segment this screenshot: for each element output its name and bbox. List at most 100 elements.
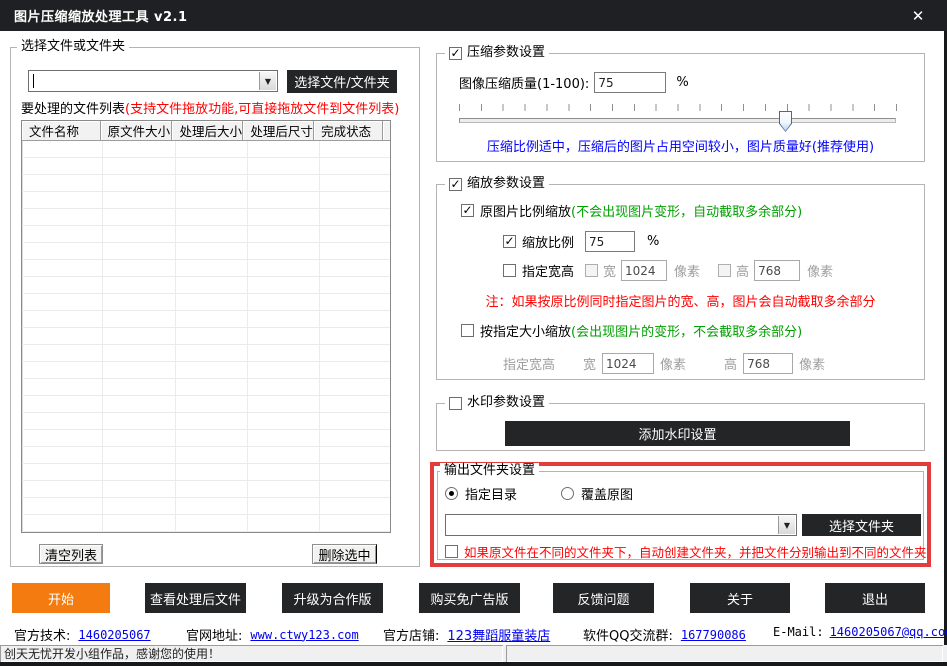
- file-select-group-title: 选择文件或文件夹: [21, 39, 125, 55]
- output-folder-title: 输出文件夹设置: [444, 463, 535, 479]
- height-input[interactable]: [754, 260, 800, 281]
- px-label: 像素: [674, 261, 700, 280]
- ratio-label: 缩放比例: [522, 232, 574, 251]
- feedback-button[interactable]: 反馈问题: [553, 583, 654, 613]
- file-path-combobox[interactable]: ▼: [28, 70, 278, 92]
- delete-selected-button[interactable]: 删除选中: [312, 544, 377, 564]
- chevron-down-icon[interactable]: ▼: [778, 516, 795, 534]
- radio-overwrite-label: 覆盖原图: [581, 484, 633, 503]
- file-list-note: 要处理的文件列表(支持文件拖放功能,可直接拖放文件到文件列表): [21, 98, 399, 117]
- fixed-wh-label-disabled: 指定宽高: [503, 354, 555, 373]
- window-bottom-border: [0, 662, 947, 666]
- add-watermark-button[interactable]: 添加水印设置: [505, 421, 850, 446]
- file-list-table[interactable]: 文件名称 原文件大小 处理后大小 处理后尺寸 完成状态: [21, 120, 391, 533]
- footer-tech-link[interactable]: 1460205067: [78, 628, 150, 642]
- footer-shop-link[interactable]: 123舞蹈服童装店: [447, 625, 550, 644]
- radio-specify-dir[interactable]: [445, 487, 458, 500]
- upgrade-button[interactable]: 升级为合作版: [282, 583, 383, 613]
- scale-settings-checkbox[interactable]: ✓: [449, 178, 462, 191]
- footer-mail-link[interactable]: 1460205067@qq.com: [830, 625, 947, 639]
- text-caret: [33, 74, 34, 88]
- width-input-disabled[interactable]: [602, 353, 654, 374]
- choose-file-button[interactable]: 选择文件/文件夹: [287, 70, 397, 93]
- height-label: 高: [736, 261, 749, 280]
- chevron-down-icon[interactable]: ▼: [259, 72, 276, 90]
- footer-mail: E-Mail: 1460205067@qq.com: [773, 625, 947, 639]
- ratio-input[interactable]: [585, 231, 635, 252]
- status-bar: 创天无忧开发小组作品，感谢您的使用！: [0, 645, 947, 662]
- quality-percent-sign: %: [676, 75, 688, 90]
- radio-overwrite[interactable]: [561, 487, 574, 500]
- title-bar: 图片压缩缩放处理工具 v2.1 ✕: [0, 0, 947, 31]
- footer-shop: 官方店铺: 123舞蹈服童装店: [383, 625, 550, 644]
- height-label-disabled: 高: [724, 354, 737, 373]
- grid-line: [319, 141, 320, 532]
- footer-mail-label: E-Mail:: [773, 625, 824, 639]
- table-header-row: 文件名称 原文件大小 处理后大小 处理后尺寸 完成状态: [22, 121, 390, 141]
- close-icon[interactable]: ✕: [903, 0, 933, 31]
- column-header-status[interactable]: 完成状态: [314, 121, 383, 141]
- column-header-processed-dims[interactable]: 处理后尺寸: [243, 121, 314, 141]
- column-header-original-size[interactable]: 原文件大小: [101, 121, 173, 141]
- column-header-filler: [383, 121, 390, 141]
- quality-label: 图像压缩质量(1-100):: [459, 73, 589, 92]
- footer-site-label: 官网地址:: [186, 625, 242, 644]
- stretch-label: 按指定大小缩放: [480, 321, 571, 340]
- watermark-settings-group: 水印参数设置 添加水印设置: [436, 403, 925, 451]
- window-title: 图片压缩缩放处理工具 v2.1: [14, 6, 188, 25]
- radio-specify-dir-label: 指定目录: [465, 484, 517, 503]
- status-text: 创天无忧开发小组作品，感谢您的使用！: [4, 645, 220, 662]
- footer-tech: 官方技术: 1460205067: [14, 625, 151, 644]
- height-checkbox[interactable]: [718, 264, 731, 277]
- status-panel-right: [506, 645, 943, 662]
- output-folder-group: 输出文件夹设置 指定目录 覆盖原图 ▼ 选择文件夹 如果原文件在不同的文件夹下，…: [437, 471, 924, 560]
- grid-line: [247, 141, 248, 532]
- height-input-disabled[interactable]: [743, 353, 793, 374]
- grid-line: [102, 141, 103, 532]
- status-panel-left: 创天无忧开发小组作品，感谢您的使用！: [0, 645, 503, 662]
- compress-settings-title: 压缩参数设置: [467, 45, 545, 61]
- quality-slider-track[interactable]: [459, 118, 896, 123]
- column-header-processed-size[interactable]: 处理后大小: [172, 121, 243, 141]
- fixed-wh-label: 指定宽高: [522, 261, 574, 280]
- ratio-wh-warning: 注：如果按原比例同时指定图片的宽、高，图片会自动截取多余部分: [437, 291, 924, 310]
- watermark-settings-checkbox[interactable]: [449, 397, 462, 410]
- quality-hint: 压缩比例适中，压缩后的图片占用空间较小，图片质量好(推荐使用): [437, 136, 924, 155]
- start-button[interactable]: 开始: [12, 583, 110, 613]
- width-input[interactable]: [621, 260, 667, 281]
- clear-list-button[interactable]: 清空列表: [39, 544, 103, 564]
- choose-folder-button[interactable]: 选择文件夹: [802, 514, 921, 536]
- width-label: 宽: [603, 261, 616, 280]
- width-label-disabled: 宽: [583, 354, 596, 373]
- stretch-checkbox[interactable]: [461, 324, 474, 337]
- output-folder-combobox[interactable]: ▼: [445, 514, 797, 536]
- quality-input[interactable]: [594, 72, 666, 93]
- file-select-group: 选择文件或文件夹 ▼ 选择文件/文件夹 要处理的文件列表(支持文件拖放功能,可直…: [10, 47, 420, 567]
- ratio-checkbox[interactable]: ✓: [503, 235, 516, 248]
- compress-settings-group: ✓ 压缩参数设置 图像压缩质量(1-100): % 压缩比例适中，压缩后的图片占…: [436, 53, 925, 162]
- quality-slider-thumb[interactable]: [779, 111, 792, 132]
- table-body-empty[interactable]: [22, 141, 390, 532]
- scale-settings-group: ✓ 缩放参数设置 ✓ 原图片比例缩放 (不会出现图片变形，自动截取多余部分) ✓…: [436, 184, 925, 380]
- footer-site: 官网地址: www.ctwy123.com: [186, 625, 359, 644]
- watermark-settings-title: 水印参数设置: [467, 395, 545, 411]
- ratio-percent-sign: %: [647, 234, 659, 249]
- footer-tech-label: 官方技术:: [14, 625, 70, 644]
- fixed-wh-checkbox[interactable]: [503, 264, 516, 277]
- column-header-filename[interactable]: 文件名称: [22, 121, 101, 141]
- px-label: 像素: [807, 261, 833, 280]
- footer-qq-label: 软件QQ交流群:: [583, 625, 673, 644]
- compress-settings-checkbox[interactable]: ✓: [449, 47, 462, 60]
- keep-ratio-label: 原图片比例缩放: [480, 201, 571, 220]
- scale-settings-title: 缩放参数设置: [467, 176, 545, 192]
- buy-noad-button[interactable]: 购买免广告版: [419, 583, 520, 613]
- view-processed-button[interactable]: 查看处理后文件: [145, 583, 246, 613]
- auto-create-folder-checkbox[interactable]: [445, 545, 458, 558]
- exit-button[interactable]: 退出: [825, 583, 925, 613]
- width-checkbox[interactable]: [585, 264, 598, 277]
- about-button[interactable]: 关于: [690, 583, 790, 613]
- keep-ratio-checkbox[interactable]: ✓: [461, 204, 474, 217]
- footer-qq-link[interactable]: 167790086: [681, 628, 746, 642]
- footer-site-link[interactable]: www.ctwy123.com: [250, 628, 358, 642]
- px-label: 像素: [660, 354, 686, 373]
